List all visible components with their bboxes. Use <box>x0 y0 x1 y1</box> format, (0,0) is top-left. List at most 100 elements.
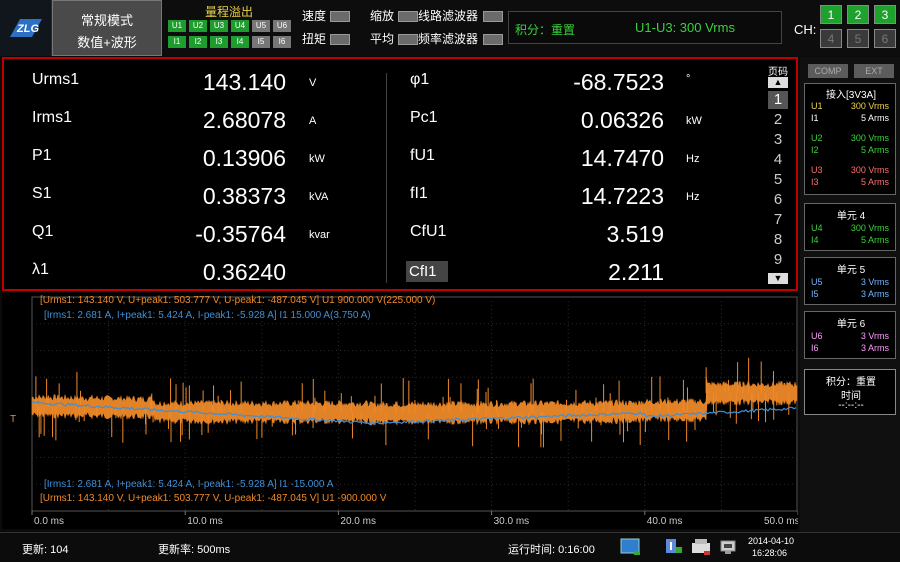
irms1-unit: A <box>309 115 317 127</box>
u3-range: U3 300 Vrms <box>809 164 893 176</box>
q1-value: -0.35764 <box>195 221 286 247</box>
average-toggle[interactable] <box>398 34 418 45</box>
cfi1-value: 2.211 <box>608 259 664 285</box>
p1-label: P1 <box>32 147 52 164</box>
integration-time-value: --:--:-- <box>838 400 864 411</box>
unit-4-box[interactable]: 单元 4 U4 300 Vrms I4 5 Arms <box>804 203 896 251</box>
overrange-indicator: 量程溢出 U1 U2 U3 U4 U5 U6 I1 I2 I3 I4 I5 I6 <box>164 0 294 56</box>
fi1-value: 14.7223 <box>580 183 664 209</box>
run-time: 运行时间: 0:16:00 <box>508 544 595 556</box>
torque-toggle[interactable] <box>330 34 350 45</box>
unit-6-title: 单元 6 <box>836 319 866 330</box>
fu1-value: 14.7470 <box>580 145 664 171</box>
irms1-label: Irms1 <box>32 109 72 126</box>
pc1-unit: kW <box>686 115 702 127</box>
wiring-group-box[interactable]: 接入[3V3A] U1 300 Vrms I1 5 Arms U2 300 Vrms … <box>804 83 896 195</box>
line-filter-indicator: 线路滤波器 <box>418 8 478 24</box>
freq-filter-toggle[interactable] <box>483 34 503 45</box>
speed-toggle[interactable] <box>330 11 350 22</box>
usb-icon[interactable] <box>662 537 684 557</box>
svg-text:ZLG: ZLG <box>16 23 39 35</box>
range-display: U1-U3: 300 Vrms <box>635 20 735 35</box>
channel-1-button[interactable]: 1 <box>820 5 842 24</box>
side-panel: COMP EXT 接入[3V3A] U1 300 Vrms I1 5 Arms U2… <box>800 57 900 532</box>
page-1-button[interactable]: 1 <box>768 91 788 109</box>
page-5-button[interactable]: 5 <box>768 171 788 189</box>
measurement-panel: Urms1 143.140 V Irms1 2.68078 A P1 0.139… <box>2 57 798 291</box>
zoom-indicator: 缩放 <box>370 8 394 24</box>
u3-value: 300 Vrms <box>850 165 889 175</box>
i5-name: I5 <box>811 289 819 299</box>
trigger-marker: T <box>10 414 17 425</box>
urms1-label: Urms1 <box>32 71 80 88</box>
overrange-i6: I6 <box>273 36 291 48</box>
i5-value: 3 Arms <box>860 289 889 299</box>
column-divider <box>386 73 387 283</box>
ext-button[interactable]: EXT <box>854 64 894 78</box>
top-toolbar: ZLG 常规模式 数值+波形 量程溢出 U1 U2 U3 U4 U5 U6 I1… <box>0 0 900 56</box>
printer-icon[interactable] <box>690 537 714 557</box>
line-filter-label: 线路滤波器 <box>418 9 479 23</box>
irms1-value: 2.68078 <box>202 107 286 133</box>
i1-info-top: [Irms1: 2.681 A, I+peak1: 5.424 A, I-pea… <box>44 310 371 321</box>
page-2-button[interactable]: 2 <box>768 111 788 129</box>
u2-value: 300 Vrms <box>850 133 889 143</box>
line-filter-toggle[interactable] <box>483 11 503 22</box>
freq-filter-label: 频率滤波器 <box>418 32 479 46</box>
page-9-button[interactable]: 9 <box>768 251 788 269</box>
i1-value: 5 Arms <box>860 113 889 123</box>
mode-sublabel: 数值+波形 <box>77 35 137 50</box>
integration-box-title: 积分：重置 <box>826 377 876 388</box>
phi1-value: -68.7523 <box>573 69 664 95</box>
u6-range: U6 3 Vrms <box>809 330 893 342</box>
channel-3-button[interactable]: 3 <box>874 5 896 24</box>
mode-label: 常规模式 <box>80 13 133 28</box>
page-3-button[interactable]: 3 <box>768 131 788 149</box>
u1-info-top: [Urms1: 143.140 V, U+peak1: 503.777 V, U… <box>40 295 436 306</box>
s1-unit: kVA <box>309 191 329 203</box>
pc1-label: Pc1 <box>410 109 438 126</box>
page-7-button[interactable]: 7 <box>768 211 788 229</box>
phi1-unit: ° <box>686 73 691 85</box>
u5-range: U5 3 Vrms <box>809 276 893 288</box>
channel-2-button[interactable]: 2 <box>847 5 869 24</box>
unit-6-box[interactable]: 单元 6 U6 3 Vrms I6 3 Arms <box>804 311 896 359</box>
page-8-button[interactable]: 8 <box>768 231 788 249</box>
comp-button[interactable]: COMP <box>808 64 848 78</box>
q1-label: Q1 <box>32 223 54 240</box>
pc1-value: 0.06326 <box>580 107 664 133</box>
torque-label: 扭矩 <box>302 32 327 46</box>
i3-range: I3 5 Arms <box>809 176 893 188</box>
page-6-button[interactable]: 6 <box>768 191 788 209</box>
unit-5-box[interactable]: 单元 5 U5 3 Vrms I5 3 Arms <box>804 257 896 305</box>
update-count: 更新: 104 <box>22 544 69 556</box>
i6-value: 3 Arms <box>860 343 889 353</box>
waveform-display[interactable]: 0.0 ms 10.0 ms 20.0 ms 30.0 ms 40.0 ms 50.0 m… <box>2 293 798 529</box>
i3-name: I3 <box>811 177 819 187</box>
torque-indicator: 扭矩 <box>302 31 326 47</box>
integration-box[interactable]: 积分：重置 时间 --:--:-- <box>804 369 896 415</box>
overrange-u2: U2 <box>189 20 207 32</box>
page-4-button[interactable]: 4 <box>768 151 788 169</box>
u5-name: U5 <box>811 277 823 287</box>
display-icon[interactable] <box>620 537 642 557</box>
display-mode-button[interactable]: 常规模式 数值+波形 <box>52 0 162 56</box>
zoom-toggle[interactable] <box>398 11 418 22</box>
fu1-unit: Hz <box>686 153 700 165</box>
overrange-i2: I2 <box>189 36 207 48</box>
channel-6-button[interactable]: 6 <box>874 29 896 48</box>
u4-name: U4 <box>811 223 823 233</box>
cfi1-label[interactable]: CfI1 <box>406 261 448 282</box>
x-tick-label: 10.0 ms <box>187 516 223 527</box>
page-up-button[interactable]: ▲ <box>768 77 788 88</box>
channel-5-button[interactable]: 5 <box>847 29 869 48</box>
integration-status-box: 积分：重置 U1-U3: 300 Vrms <box>508 11 782 44</box>
channel-4-button[interactable]: 4 <box>820 29 842 48</box>
zlg-logo: ZLG <box>0 0 52 56</box>
page-down-button[interactable]: ▼ <box>768 273 788 284</box>
page-selector-title: 页码 <box>768 67 788 78</box>
i1-name: I1 <box>811 113 819 123</box>
u2-name: U2 <box>811 133 823 143</box>
network-icon[interactable] <box>718 537 740 557</box>
i2-name: I2 <box>811 145 819 155</box>
